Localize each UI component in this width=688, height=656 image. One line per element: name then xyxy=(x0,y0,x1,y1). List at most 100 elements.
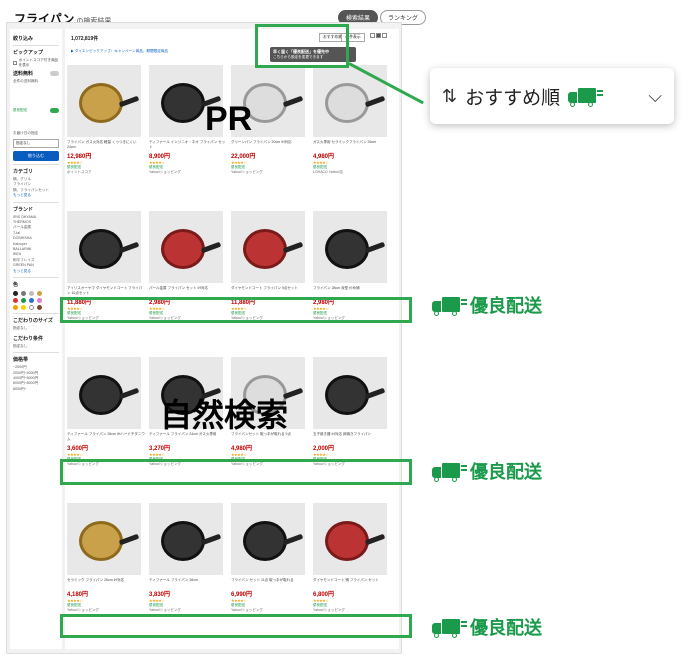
divider xyxy=(13,163,59,165)
product-title[interactable]: セラミック フライパン 26cm IH対応 xyxy=(67,578,145,588)
truck-icon xyxy=(432,617,467,638)
shop-name[interactable]: ポイントスコア xyxy=(67,170,145,175)
color-swatch[interactable] xyxy=(21,298,26,304)
shop-name[interactable]: LOHACO Yahoo!店 xyxy=(313,170,391,175)
delivery-date-select[interactable]: 指定なし xyxy=(13,138,59,148)
product-title[interactable]: フライパン ガス火対応 軽量 くっつきにくい 24cm xyxy=(67,140,145,150)
filter-sidebar: 絞り込み ピックアップ ポイントスコア付き商品を表示 送料無料 全件の送料無料 … xyxy=(10,29,62,649)
pan-image xyxy=(79,521,123,561)
free-shipping-toggle-row[interactable]: 送料無料 xyxy=(13,70,59,77)
color-swatch[interactable] xyxy=(21,291,26,297)
filter-heading: 絞り込み xyxy=(13,36,34,42)
shop-name[interactable]: Yahoo!ショッピング xyxy=(231,170,309,175)
delivery-date-label: お届け日の指定 xyxy=(13,131,39,136)
shop-name[interactable]: Yahoo!ショッピング xyxy=(313,608,391,613)
truck-icon xyxy=(568,86,604,107)
price-heading: 価格帯 xyxy=(13,357,29,364)
shop-name[interactable]: Yahoo!ショッピング xyxy=(231,608,309,613)
product-image[interactable] xyxy=(149,503,223,575)
list-view-icon[interactable] xyxy=(370,33,375,38)
color-swatch[interactable] xyxy=(21,305,26,311)
category-more-link[interactable]: もっと見る xyxy=(13,193,59,199)
product-image[interactable] xyxy=(149,211,223,283)
badge-label: 優良配送 xyxy=(470,462,542,482)
product-title[interactable]: ガス火専用 セラミックフライパン 26cm xyxy=(313,140,391,150)
brand-heading: ブランド xyxy=(13,206,34,213)
color-swatch[interactable] xyxy=(37,298,42,304)
product-image[interactable] xyxy=(313,357,387,429)
apply-filter-button[interactable]: 絞り込む xyxy=(13,150,59,161)
size-value[interactable]: 指定なし xyxy=(13,326,59,331)
product-title[interactable]: フライパン 28cm 深型 炒め鍋 xyxy=(313,286,391,296)
excellent-shipping-highlight-row-3 xyxy=(60,614,412,638)
product-card[interactable]: パール金属 フライパン セット IH対応 2,980円 ★★★★☆ 優良配送 Yahoo… xyxy=(149,211,227,357)
search-results-screenshot: 絞り込み ピックアップ ポイントスコア付き商品を表示 送料無料 全件の送料無料 … xyxy=(6,22,402,654)
badge-label: 優良配送 xyxy=(470,296,542,316)
product-card[interactable]: ダイヤモンドコート フライパン 9点セット 11,880円 ★★★★☆ 優良配送 Yah… xyxy=(231,211,309,357)
product-card[interactable]: ガス火専用 セラミックフライパン 26cm 4,980円 ★★★★☆ 優良配送 LOHA… xyxy=(313,65,391,211)
product-image[interactable] xyxy=(67,503,141,575)
color-swatch[interactable] xyxy=(37,291,42,297)
product-title[interactable]: パール金属 フライパン セット IH対応 xyxy=(149,286,227,296)
color-swatch[interactable] xyxy=(29,305,34,311)
shop-name[interactable]: Yahoo!ショッピング xyxy=(67,608,145,613)
color-swatch[interactable] xyxy=(29,291,34,297)
excellent-shipping-badge: 優良配送 xyxy=(432,458,542,484)
excellent-shipping-toggle[interactable] xyxy=(50,108,59,114)
pan-image xyxy=(161,229,205,269)
pan-image xyxy=(325,229,369,269)
product-image[interactable] xyxy=(67,65,141,137)
condition-heading: こだわり条件 xyxy=(13,335,44,342)
color-swatch[interactable] xyxy=(13,305,18,311)
brand-more-link[interactable]: もっと見る xyxy=(13,269,59,275)
condition-value[interactable]: 指定なし xyxy=(13,344,59,349)
divider xyxy=(13,352,59,354)
pickup-checkbox[interactable]: ポイントスコア付き商品を表示 xyxy=(13,58,59,68)
pickup-heading: ピックアップ xyxy=(13,50,44,56)
color-swatch[interactable] xyxy=(37,305,42,311)
product-image[interactable] xyxy=(313,211,387,283)
product-price: 4,980円 xyxy=(313,151,391,160)
pan-image xyxy=(325,375,369,415)
price-range-item[interactable]: 8000円~ xyxy=(13,387,59,392)
product-price: 12,980円 xyxy=(67,151,145,160)
pan-image xyxy=(325,521,369,561)
product-title[interactable]: ダイヤモンドコート フライパン 9点セット xyxy=(231,286,309,296)
excellent-shipping-highlight-row-2 xyxy=(60,459,412,485)
product-title[interactable]: フライパン セット 11点 取っ手が取れる xyxy=(231,578,309,588)
product-price: 3,270円 xyxy=(149,443,227,452)
divider xyxy=(13,277,59,279)
color-swatch[interactable] xyxy=(13,298,18,304)
organic-search-label: 自然検索 xyxy=(160,397,289,433)
sort-arrows-icon: ⇅ xyxy=(442,85,458,106)
product-price: 2,000円 xyxy=(313,443,391,452)
pan-image xyxy=(79,375,123,415)
product-title[interactable]: ティファール フライパン 26cm IHハードチタニウム xyxy=(67,432,145,442)
product-title[interactable]: グリーンパン フライパン 20cm IH対応 xyxy=(231,140,309,150)
product-card[interactable]: フライパン ガス火対応 軽量 くっつきにくい 24cm 12,980円 ★★★★☆ 優… xyxy=(67,65,145,211)
excellent-shipping-toggle-row[interactable]: 優良配送 xyxy=(13,108,59,114)
shop-name[interactable]: Yahoo!ショッピング xyxy=(149,608,227,613)
checkbox-icon[interactable] xyxy=(13,61,17,65)
excellent-shipping-highlight-row-1 xyxy=(60,297,412,323)
grid-view-icon[interactable] xyxy=(376,33,381,38)
product-image[interactable] xyxy=(231,503,305,575)
product-image[interactable] xyxy=(67,357,141,429)
product-card[interactable]: フライパン 28cm 深型 炒め鍋 2,980円 ★★★★☆ 優良配送 Yahoo!ショ… xyxy=(313,211,391,357)
product-title[interactable]: ダイヤモンドコート 鍋 フライパン セット xyxy=(313,578,391,588)
free-shipping-toggle[interactable] xyxy=(50,71,59,76)
product-title[interactable]: ティファール インジニオ・ネオ フライパン セット xyxy=(149,140,227,150)
product-title[interactable]: 玉子焼き器 IH対応 卵焼きフライパン xyxy=(313,432,391,442)
product-image[interactable] xyxy=(231,211,305,283)
color-swatch[interactable] xyxy=(29,298,34,304)
shop-name[interactable]: Yahoo!ショッピング xyxy=(149,170,227,175)
product-image[interactable] xyxy=(313,503,387,575)
product-card[interactable]: アイリスオーヤマ ダイヤモンドコート フライパン 10点セット 11,880円 ★★… xyxy=(67,211,145,357)
product-title[interactable]: ティファール フライパン 26cm xyxy=(149,578,227,588)
excellent-shipping-label: 優良配送 xyxy=(13,108,27,113)
product-title[interactable]: アイリスオーヤマ ダイヤモンドコート フライパン 10点セット xyxy=(67,286,145,296)
color-swatch[interactable] xyxy=(13,291,18,297)
tile-view-icon[interactable] xyxy=(382,33,387,38)
divider xyxy=(13,45,59,46)
product-image[interactable] xyxy=(67,211,141,283)
